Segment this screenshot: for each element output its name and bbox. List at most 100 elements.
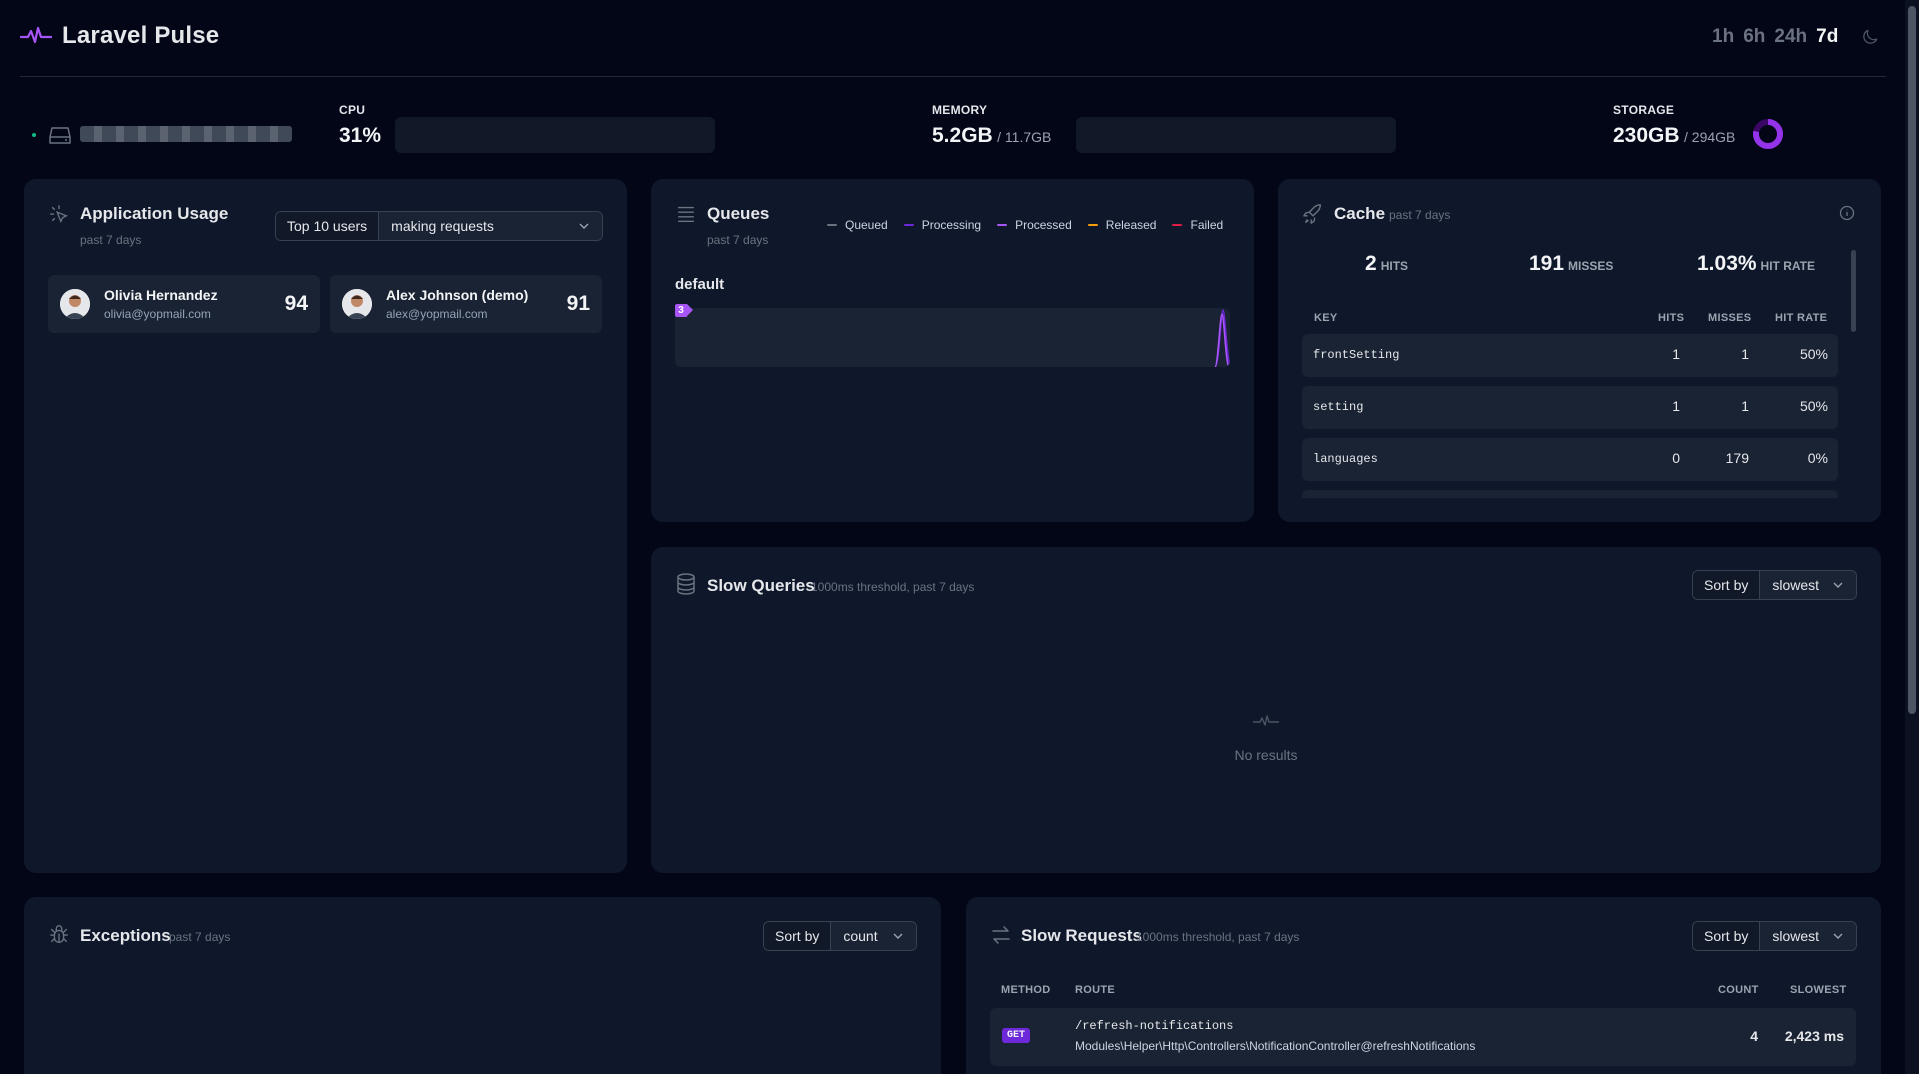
- user-request-count: 94: [284, 292, 308, 315]
- header-divider: [20, 76, 1886, 77]
- queue-list-icon: [675, 203, 697, 225]
- sort-value-wrap[interactable]: slowest: [1760, 922, 1856, 950]
- slow-requests-title: Slow Requests: [1021, 926, 1142, 945]
- request-count: 4: [1750, 1028, 1758, 1044]
- table-row: frontSetting 1 1 50%: [1302, 334, 1838, 377]
- table-row-partial: [1302, 490, 1838, 498]
- user-card-olivia: Olivia Hernandez olivia@yopmail.com 94: [48, 275, 320, 333]
- sort-value: count: [843, 928, 878, 944]
- avatar: [342, 289, 372, 319]
- queue-sparkline: [1214, 309, 1230, 367]
- cache-hit-rate-stat: 1.03% HIT RATE: [1697, 252, 1815, 275]
- pulse-logo-icon: [20, 26, 52, 44]
- legend-swatch: [997, 224, 1008, 226]
- usage-subtitle: past 7 days: [80, 233, 142, 247]
- user-card-alex: Alex Johnson (demo) alex@yopmail.com 91: [330, 275, 602, 333]
- usage-filter-value: making requests: [391, 218, 494, 234]
- slow-queries-sort-select[interactable]: Sort by slowest: [1692, 570, 1857, 600]
- storage-label: STORAGE: [1613, 103, 1675, 117]
- cache-hits-stat: 2 HITS: [1365, 252, 1409, 275]
- queue-badge-arrow: [687, 304, 693, 316]
- cache-title: Cache: [1334, 204, 1386, 223]
- cache-subtitle: past 7 days: [1389, 208, 1451, 222]
- column-header-count: COUNT: [1718, 984, 1759, 996]
- chevron-down-icon: [893, 933, 903, 939]
- queue-max-badge: 3: [675, 304, 687, 317]
- info-icon[interactable]: [1839, 205, 1855, 221]
- request-slowest: 2,423 ms: [1784, 1028, 1844, 1044]
- arrows-right-left-icon: [990, 925, 1012, 945]
- empty-state-text: No results: [1234, 747, 1298, 763]
- empty-pulse-icon: [1252, 714, 1280, 728]
- legend-failed: Failed: [1172, 218, 1223, 232]
- queues-legend: Queued Processing Processed Released Fai…: [827, 218, 1223, 232]
- cpu-label: CPU: [339, 103, 366, 117]
- server-name-redacted: [80, 126, 292, 142]
- memory-total: / 11.7GB: [997, 129, 1052, 145]
- chevron-down-icon: [1833, 582, 1843, 588]
- exceptions-title: Exceptions: [80, 926, 171, 945]
- app-title: Laravel Pulse: [62, 22, 220, 49]
- avatar: [60, 289, 90, 319]
- usage-title: Application Usage: [80, 204, 229, 223]
- table-row: languages 0 179 0%: [1302, 438, 1838, 481]
- rocket-icon: [1302, 203, 1324, 225]
- legend-swatch: [827, 224, 837, 226]
- period-1h[interactable]: 1h: [1712, 26, 1734, 48]
- memory-value: 5.2GB: [932, 124, 993, 147]
- legend-swatch: [1087, 224, 1098, 226]
- user-request-count: 91: [566, 292, 590, 315]
- queue-chart: [675, 308, 1230, 367]
- queues-title: Queues: [707, 204, 770, 223]
- slow-queries-subtitle: 1000ms threshold, past 7 days: [811, 580, 975, 594]
- theme-toggle-button[interactable]: [1860, 27, 1880, 47]
- storage-value: 230GB: [1613, 124, 1680, 147]
- table-row: setting 1 1 50%: [1302, 386, 1838, 429]
- page-scrollbar[interactable]: [1905, 0, 1919, 1074]
- period-7d[interactable]: 7d: [1816, 26, 1838, 48]
- sort-value-wrap[interactable]: slowest: [1760, 571, 1856, 599]
- chevron-down-icon: [579, 223, 589, 229]
- period-selector: 1h 6h 24h 7d: [1712, 26, 1838, 48]
- usage-filter-value-wrap[interactable]: making requests: [379, 212, 602, 240]
- slow-requests-sort-select[interactable]: Sort by slowest: [1692, 921, 1857, 951]
- cpu-usage-bar: [395, 117, 715, 153]
- legend-queued: Queued: [827, 218, 888, 232]
- server-status-dot: [32, 133, 36, 137]
- moon-icon: [1863, 29, 1878, 44]
- legend-processing: Processing: [903, 218, 981, 232]
- cache-misses-stat: 191 MISSES: [1529, 252, 1614, 275]
- route-path: /refresh-notifications: [1075, 1019, 1234, 1033]
- column-header-slowest: SLOWEST: [1790, 984, 1847, 996]
- user-name: Alex Johnson (demo): [386, 287, 529, 303]
- slow-queries-title: Slow Queries: [707, 576, 815, 595]
- storage-total: / 294GB: [1684, 129, 1736, 145]
- queues-subtitle: past 7 days: [707, 233, 769, 247]
- method-badge: GET: [1002, 1028, 1031, 1043]
- user-email: olivia@yopmail.com: [104, 307, 211, 321]
- legend-processed: Processed: [997, 218, 1072, 232]
- cpu-value: 31%: [339, 124, 382, 147]
- sort-value: slowest: [1772, 577, 1820, 593]
- server-icon: [48, 124, 72, 146]
- storage-readout: 230GB / 294GB: [1613, 124, 1735, 148]
- memory-label: MEMORY: [932, 103, 988, 117]
- table-row: GET /refresh-notifications Modules\Helpe…: [990, 1008, 1856, 1066]
- chevron-down-icon: [1833, 933, 1843, 939]
- slow-requests-subtitle: 1000ms threshold, past 7 days: [1136, 930, 1300, 944]
- route-action: Modules\Helper\Http\Controllers\Notifica…: [1075, 1039, 1476, 1053]
- cache-scrollbar[interactable]: [1851, 250, 1856, 332]
- period-24h[interactable]: 24h: [1774, 26, 1807, 48]
- scrollbar-thumb[interactable]: [1908, 6, 1916, 714]
- period-6h[interactable]: 6h: [1743, 26, 1765, 48]
- usage-filter-select[interactable]: Top 10 users making requests: [275, 211, 603, 241]
- column-header-key: KEY: [1314, 312, 1338, 324]
- queue-name: default: [675, 276, 725, 293]
- exceptions-sort-select[interactable]: Sort by count: [763, 921, 917, 951]
- legend-swatch: [1172, 224, 1183, 226]
- sort-value-wrap[interactable]: count: [831, 922, 916, 950]
- sort-label: Sort by: [764, 922, 832, 950]
- column-header-route: ROUTE: [1075, 984, 1115, 996]
- database-icon: [675, 572, 697, 596]
- exceptions-subtitle: past 7 days: [169, 930, 231, 944]
